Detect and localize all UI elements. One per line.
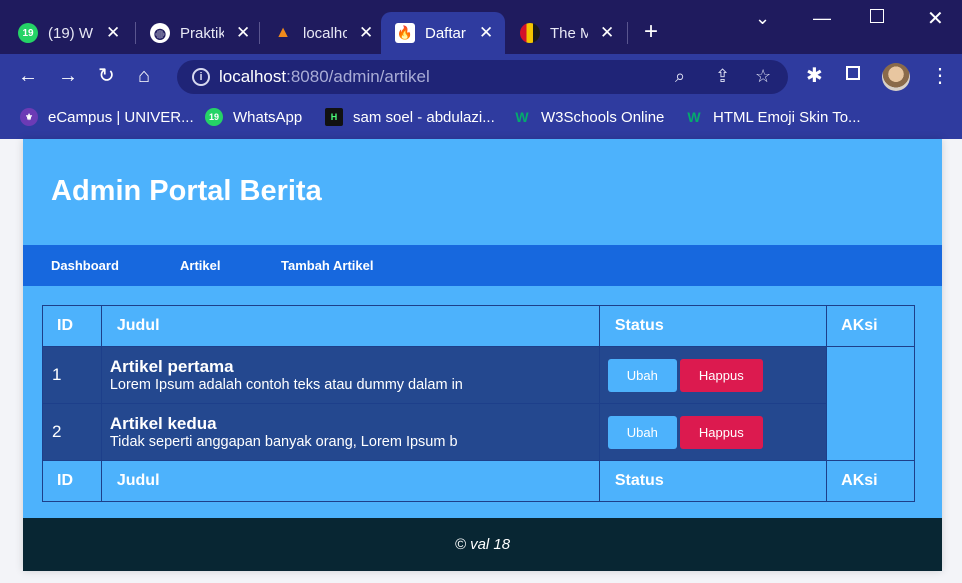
close-tab-icon[interactable]: ✕ (600, 23, 614, 43)
bookmark-star-icon[interactable]: ☆ (755, 66, 771, 87)
share-icon[interactable]: ⇪ (715, 66, 730, 87)
tab-title: Daftar Artikel (425, 24, 467, 42)
row-id: 1 (42, 346, 102, 404)
tab-divider (627, 22, 628, 44)
side-panel-icon[interactable] (846, 66, 860, 80)
new-tab-icon[interactable]: + (644, 18, 658, 46)
header-judul: Judul (100, 305, 600, 347)
address-bar[interactable]: i localhost:8080/admin/artikel ⌕ ⇪ ☆ (177, 60, 788, 94)
row-judul: Artikel kedua Tidak seperti anggapan ban… (100, 403, 600, 461)
bookmark-label: HTML Emoji Skin To... (713, 108, 861, 126)
header-status: Status (598, 305, 828, 347)
edit-button[interactable]: Ubah (607, 415, 677, 449)
reload-icon[interactable]: ↻ (98, 64, 115, 88)
tab-divider (259, 22, 260, 44)
header-id: ID (42, 305, 102, 347)
hn-icon: H (325, 108, 343, 126)
row-judul: Artikel pertama Lorem Ipsum adalah conto… (100, 346, 600, 404)
main-nav: Dashboard Artikel Tambah Artikel (23, 245, 942, 286)
article-excerpt: Lorem Ipsum adalah contoh teks atau dumm… (109, 376, 463, 393)
bookmark-label: W3Schools Online (541, 108, 665, 126)
table-row: 1 Artikel pertama Lorem Ipsum adalah con… (42, 346, 915, 461)
forward-arrow-icon[interactable]: → (58, 64, 78, 88)
row-actions: Ubah Happus (598, 346, 828, 404)
tab-whatsapp[interactable]: 19 (19) WhatsApp ✕ (18, 12, 120, 54)
site-info-icon[interactable]: i (192, 68, 210, 86)
whatsapp-icon: 19 (205, 108, 223, 126)
article-title: Artikel pertama (109, 356, 234, 376)
articles-table: ID Judul Status AKsi 1 Artikel pertama L… (42, 305, 915, 502)
bookmark-label: WhatsApp (233, 108, 303, 126)
footer-status: Status (598, 460, 828, 502)
theme-icon (520, 23, 540, 43)
back-arrow-icon[interactable]: ← (18, 64, 38, 88)
codeigniter-icon: 🔥 (395, 23, 415, 43)
xampp-icon: ▲ (275, 24, 291, 41)
bookmark-ecampus[interactable]: ⚜ eCampus | UNIVER... (20, 108, 194, 126)
tab-divider (135, 22, 136, 44)
row-actions: Ubah Happus (598, 403, 828, 461)
close-tab-icon[interactable]: ✕ (479, 23, 493, 43)
maximize-window-icon[interactable] (870, 9, 884, 23)
nav-dashboard[interactable]: Dashboard (51, 258, 119, 273)
delete-button[interactable]: Happus (679, 415, 763, 449)
article-title: Artikel kedua (109, 413, 217, 433)
menu-kebab-icon[interactable]: ⋮ (930, 64, 950, 88)
footer-aksi: AKsi (826, 460, 915, 502)
w3schools-icon: W (515, 109, 529, 125)
tab-title: (19) WhatsApp (48, 24, 94, 42)
table-header-row: ID Judul Status AKsi (42, 305, 915, 347)
bookmark-label: sam soel - abdulazi... (353, 108, 495, 126)
tab-localhost[interactable]: ▲ localhost ✕ (273, 12, 373, 54)
site-title: Admin Portal Berita (51, 175, 322, 207)
bookmark-w3schools[interactable]: W W3Schools Online (513, 108, 664, 126)
url-text[interactable]: localhost:8080/admin/artikel (219, 67, 430, 87)
ecampus-icon: ⚜ (20, 108, 38, 126)
bookmark-sam-soel[interactable]: H sam soel - abdulazi... (325, 108, 495, 126)
tab-daftar-artikel[interactable]: 🔥 Daftar Artikel ✕ (381, 12, 505, 54)
page-footer: © val 18 (23, 518, 942, 571)
bookmark-whatsapp[interactable]: 19 WhatsApp (205, 108, 302, 126)
close-tab-icon[interactable]: ✕ (106, 23, 120, 43)
footer-judul: Judul (100, 460, 600, 502)
home-icon[interactable]: ⌂ (138, 64, 150, 88)
edit-button[interactable]: Ubah (607, 358, 677, 392)
tab-title: Praktikum (180, 24, 224, 42)
delete-button[interactable]: Happus (679, 358, 763, 392)
minimize-window-icon[interactable]: — (813, 8, 831, 29)
table-footer-row: ID Judul Status AKsi (42, 460, 915, 502)
globe-icon: ◍ (150, 23, 170, 43)
whatsapp-icon: 19 (18, 23, 38, 43)
zoom-icon[interactable]: ⌕ (675, 66, 685, 87)
profile-avatar[interactable] (882, 63, 910, 91)
url-host: localhost (219, 67, 287, 86)
header-aksi: AKsi (826, 305, 915, 347)
w3schools-icon: W (687, 109, 701, 125)
table-row: 2 Artikel kedua Tidak seperti anggapan b… (42, 403, 915, 461)
nav-tambah-artikel[interactable]: Tambah Artikel (281, 258, 373, 273)
bookmark-label: eCampus | UNIVER... (48, 108, 194, 126)
admin-container: Admin Portal Berita Dashboard Artikel Ta… (23, 139, 942, 571)
article-excerpt: Tidak seperti anggapan banyak orang, Lor… (109, 433, 458, 450)
row-aksi-empty (826, 346, 915, 461)
bookmark-html-emoji[interactable]: W HTML Emoji Skin To... (685, 108, 861, 126)
tab-the-mojave[interactable]: The Mojave ✕ (520, 12, 614, 54)
tab-search-chevron-icon[interactable]: ⌄ (755, 8, 770, 29)
nav-artikel[interactable]: Artikel (180, 258, 220, 273)
tab-title: The Mojave (550, 24, 588, 42)
row-id: 2 (42, 403, 102, 461)
tab-title: localhost (303, 24, 347, 42)
tab-praktikum[interactable]: ◍ Praktikum ✕ (150, 12, 250, 54)
close-tab-icon[interactable]: ✕ (236, 23, 250, 43)
close-window-icon[interactable]: ✕ (927, 6, 944, 31)
url-path: :8080/admin/artikel (286, 67, 430, 86)
extensions-icon[interactable]: ✱ (806, 64, 823, 88)
footer-id: ID (42, 460, 102, 502)
close-tab-icon[interactable]: ✕ (359, 23, 373, 43)
